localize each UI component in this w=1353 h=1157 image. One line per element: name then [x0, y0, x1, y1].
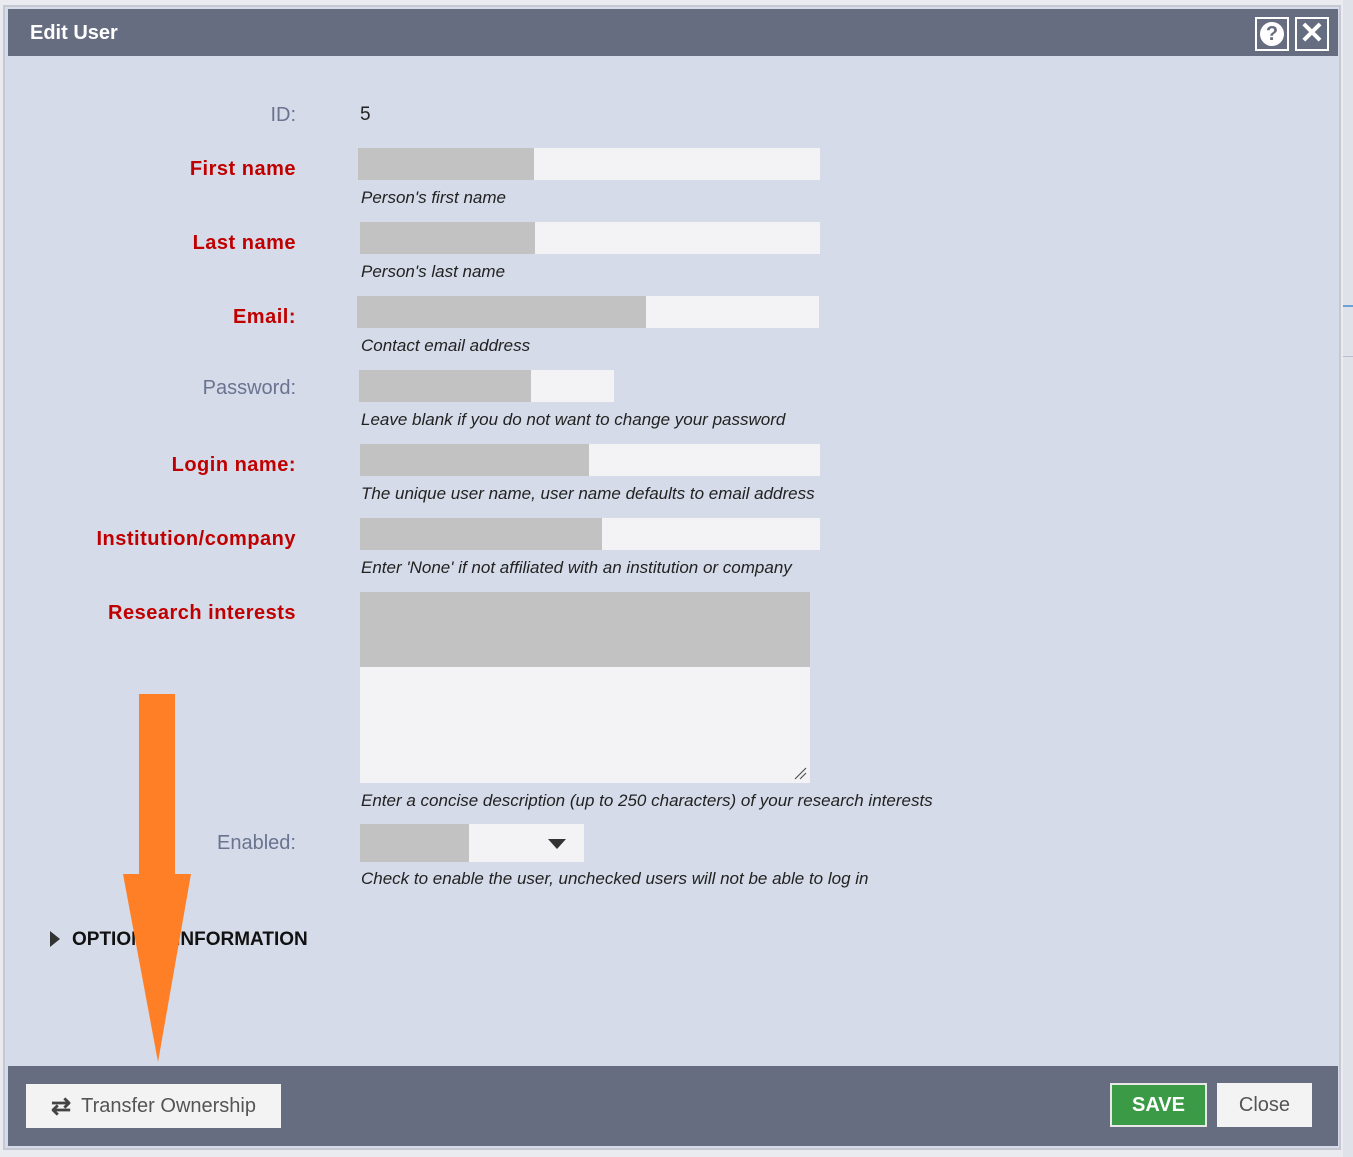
first-name-label: First name: [189, 158, 296, 180]
first-name-hint: Person's first name: [361, 188, 506, 207]
email-input[interactable]: [357, 296, 819, 328]
login-name-hint: The unique user name, user name defaults…: [361, 484, 815, 503]
transfer-ownership-button[interactable]: ⇄ Transfer Ownership: [26, 1084, 281, 1128]
help-button[interactable]: ?: [1255, 17, 1289, 51]
login-name-label: Login name:: [171, 454, 296, 476]
password-label: Password:: [202, 377, 296, 399]
save-button[interactable]: SAVE: [1110, 1083, 1207, 1127]
close-icon: ✕: [1299, 17, 1325, 50]
dialog-title: Edit User: [30, 22, 118, 44]
dialog-footer: ⇄ Transfer Ownership SAVE Close: [8, 1066, 1338, 1146]
password-hint: Leave blank if you do not want to change…: [361, 410, 786, 429]
email-label: Email:: [232, 306, 296, 328]
login-name-input[interactable]: [360, 444, 820, 476]
id-value: 5: [360, 104, 371, 125]
institution-label: Institution/company: [96, 528, 296, 550]
close-dialog-button[interactable]: ✕: [1295, 17, 1329, 51]
chevron-down-icon: [548, 839, 566, 849]
background-window-edge: [1343, 0, 1353, 1157]
email-hint: Contact email address: [361, 336, 531, 355]
id-label: ID:: [270, 104, 296, 126]
resize-grip-icon[interactable]: [793, 766, 807, 780]
research-interests-hint: Enter a concise description (up to 250 c…: [361, 791, 933, 810]
transfer-ownership-label: Transfer Ownership: [81, 1094, 256, 1117]
enabled-label: Enabled:: [217, 832, 296, 854]
dialog-titlebar: Edit User ? ✕: [8, 9, 1338, 56]
close-button[interactable]: Close: [1217, 1083, 1312, 1127]
last-name-input[interactable]: [360, 222, 820, 254]
expand-triangle-icon: [50, 931, 60, 947]
edit-user-dialog: Edit User ? ✕ ID: 5 First name Person's …: [3, 5, 1341, 1150]
last-name-label: Last name: [192, 232, 296, 254]
institution-input[interactable]: [360, 518, 820, 550]
last-name-hint: Person's last name: [361, 262, 506, 281]
background-divider: [1343, 305, 1353, 357]
enabled-select[interactable]: [360, 824, 584, 862]
help-icon: ?: [1260, 22, 1284, 46]
first-name-input[interactable]: [358, 148, 820, 180]
annotation-arrow-icon: [123, 694, 191, 1062]
research-interests-textarea[interactable]: [360, 592, 810, 783]
transfer-arrows-icon: ⇄: [51, 1092, 72, 1120]
institution-hint: Enter 'None' if not affiliated with an i…: [361, 558, 792, 577]
enabled-hint: Check to enable the user, unchecked user…: [361, 869, 869, 888]
research-interests-label: Research interests: [108, 602, 296, 624]
password-input[interactable]: [359, 370, 614, 402]
